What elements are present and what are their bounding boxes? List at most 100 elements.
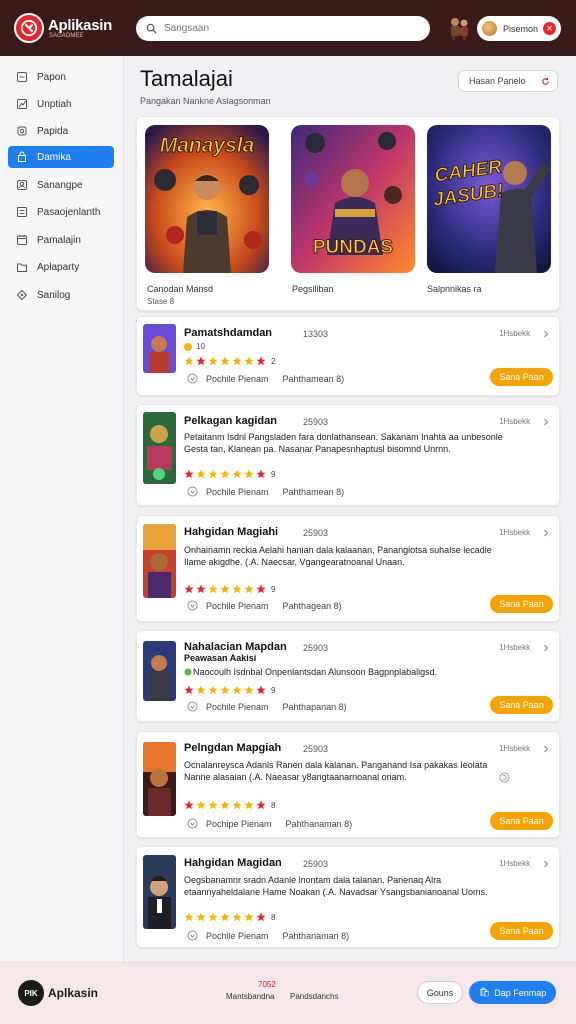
list-item[interactable]: Nahalacian Mapdan Peawasan Aakisi 25903 … <box>136 630 560 722</box>
star-icon <box>232 800 242 810</box>
chevron-right-icon[interactable] <box>542 529 550 537</box>
refresh-icon[interactable] <box>499 772 510 783</box>
app-size: Pahthamean 8) <box>282 373 345 384</box>
sidebar-item-label: Sanilog <box>37 289 71 301</box>
star-icon <box>184 912 194 922</box>
app-meta: 1Hsbekk <box>499 528 531 537</box>
search-bar[interactable] <box>136 16 430 41</box>
app-publisher: Pochile Pienam <box>206 600 269 611</box>
rating-value: 8 <box>271 912 276 922</box>
get-button[interactable]: Sana Paan <box>490 812 553 830</box>
chevron-right-icon[interactable] <box>542 330 550 338</box>
featured-art-title: PUNDAS <box>313 237 393 258</box>
sidebar-item-pamalajin[interactable]: Pamalajin <box>8 229 114 251</box>
star-icon <box>244 912 254 922</box>
star-icon <box>208 685 218 695</box>
star-icon <box>220 800 230 810</box>
game-art-image: CAHER JASUB! <box>427 125 551 273</box>
get-button[interactable]: Sana Paan <box>490 922 553 940</box>
app-title: Hahgidan Magidan <box>184 857 282 869</box>
sidebar-item-label: Unptiah <box>37 98 72 110</box>
user-icon <box>17 180 27 190</box>
search-input[interactable] <box>164 23 414 34</box>
app-tag: 10 <box>184 342 205 351</box>
rating-stars: 2 <box>184 356 275 366</box>
rating-stars: 8 <box>184 800 275 810</box>
featured-card[interactable]: Manaysla <box>145 125 269 273</box>
sidebar-item-damika[interactable]: Damika <box>8 146 114 168</box>
app-description: Onhainamn reckia Aelahi hanian dala kala… <box>184 545 492 567</box>
close-icon[interactable]: ✕ <box>543 22 556 35</box>
app-meta: 1Hsbekk <box>499 329 531 338</box>
list-item[interactable]: Hahgidan Magidan 25903 1Hsbekk Oegsbanam… <box>136 846 560 948</box>
shield-icon <box>187 373 198 384</box>
brand-tagline: SAGAOMEE <box>49 33 84 39</box>
app-footer: Pochile Pienam Pahthapanan 8) <box>187 701 347 712</box>
sidebar: Papon Unptiah Papida Damika Sanangpe Pas… <box>0 56 124 962</box>
featured-card[interactable]: PUNDAS <box>291 125 415 273</box>
sort-dropdown[interactable]: Hasan Panelo <box>458 70 558 92</box>
featured-caption: Canodan Mansd <box>147 284 214 294</box>
cancel-button[interactable]: Gouns <box>417 981 463 1004</box>
sidebar-item-label: Damika <box>37 151 71 163</box>
sidebar-item-papida[interactable]: Papida <box>8 120 114 142</box>
rating-value: 9 <box>271 584 276 594</box>
chevron-right-icon[interactable] <box>542 418 550 426</box>
page-title: Tamalajai <box>140 66 233 91</box>
chart-icon <box>17 99 27 109</box>
app-footer: Pochile Pienam Pahthanaman 8) <box>187 930 349 941</box>
list-item[interactable]: Pelkagan kagidan 25903 1Hsbekk Petaitanm… <box>136 404 560 506</box>
chevron-right-icon[interactable] <box>542 860 550 868</box>
featured-subcaption: Stase 8 <box>147 297 175 306</box>
star-icon <box>232 469 242 479</box>
app-publisher: Pochipe Pienam <box>206 818 272 829</box>
featured-section: Manaysla PUNDAS CAHER JASUB! Canodan Man… <box>136 116 560 311</box>
star-icon <box>196 469 206 479</box>
star-icon <box>256 356 266 366</box>
sidebar-item-sanangpe[interactable]: Sanangpe <box>8 174 114 196</box>
chevron-right-icon[interactable] <box>542 644 550 652</box>
footer-year: 7052 <box>258 980 276 989</box>
app-description: Oegsbanamnr sradn Adanle lnontam dala ta… <box>184 875 488 897</box>
rating-stars: 9 <box>184 584 275 594</box>
brand-name: Aplikasin <box>48 17 112 34</box>
star-icon <box>208 800 218 810</box>
account-label: Pisemon <box>503 23 539 34</box>
account-button[interactable]: Pisemon ✕ <box>477 16 561 41</box>
star-icon <box>232 685 242 695</box>
sidebar-item-unptiah[interactable]: Unptiah <box>8 93 114 115</box>
rating-value: 9 <box>271 469 276 479</box>
sidebar-item-sanilog[interactable]: Sanilog <box>8 284 114 306</box>
featured-caption: Pegsiliban <box>292 284 334 294</box>
app-logo-icon[interactable] <box>14 13 44 43</box>
star-icon <box>232 912 242 922</box>
sidebar-item-label: Sanangpe <box>37 179 83 191</box>
footer-link-2[interactable]: Pandsdanchs <box>290 992 338 1001</box>
star-icon <box>244 356 254 366</box>
featured-card[interactable]: CAHER JASUB! <box>427 125 551 273</box>
get-button[interactable]: Sana Paan <box>490 368 553 386</box>
app-publisher: Pochile Pienam <box>206 930 269 941</box>
list-item[interactable]: Pelngdan Mapgiah 25903 1Hsbekk Ocnalanre… <box>136 731 560 838</box>
footer-logo[interactable]: PIK <box>18 980 44 1006</box>
list-item[interactable]: Hahgidan Magiahi 25903 1Hsbekk Onhainamn… <box>136 515 560 622</box>
app-thumbnail <box>143 524 176 598</box>
sidebar-item-aplaparty[interactable]: Aplaparty <box>8 256 114 278</box>
app-meta: 1Hsbekk <box>499 744 531 753</box>
star-icon <box>244 800 254 810</box>
app-description: Ocnalanreysca Adanls Ranen dala kalanan.… <box>184 760 488 782</box>
footer-brand: Aplkasin <box>48 986 99 1000</box>
chevron-right-icon[interactable] <box>542 745 550 753</box>
sidebar-item-pasaojenlanth[interactable]: Pasaojenlanth <box>8 201 114 223</box>
get-button[interactable]: Sana Paan <box>490 696 553 714</box>
list-item[interactable]: Pamatshdamdan 13303 1Hsbekk 10 2 Pochile… <box>136 316 560 396</box>
primary-action-button[interactable]: 🛍 Dap Fenmap <box>469 981 556 1004</box>
app-publisher: Pochile Pienam <box>206 701 269 712</box>
get-button[interactable]: Sana Paan <box>490 595 553 613</box>
star-icon <box>208 356 218 366</box>
sidebar-item-papon[interactable]: Papon <box>8 66 114 88</box>
game-art-image: Manaysla <box>145 125 269 273</box>
character-avatar-icon[interactable] <box>446 15 472 41</box>
footer-link-1[interactable]: Mantsbandna <box>226 992 274 1001</box>
star-icon <box>232 356 242 366</box>
